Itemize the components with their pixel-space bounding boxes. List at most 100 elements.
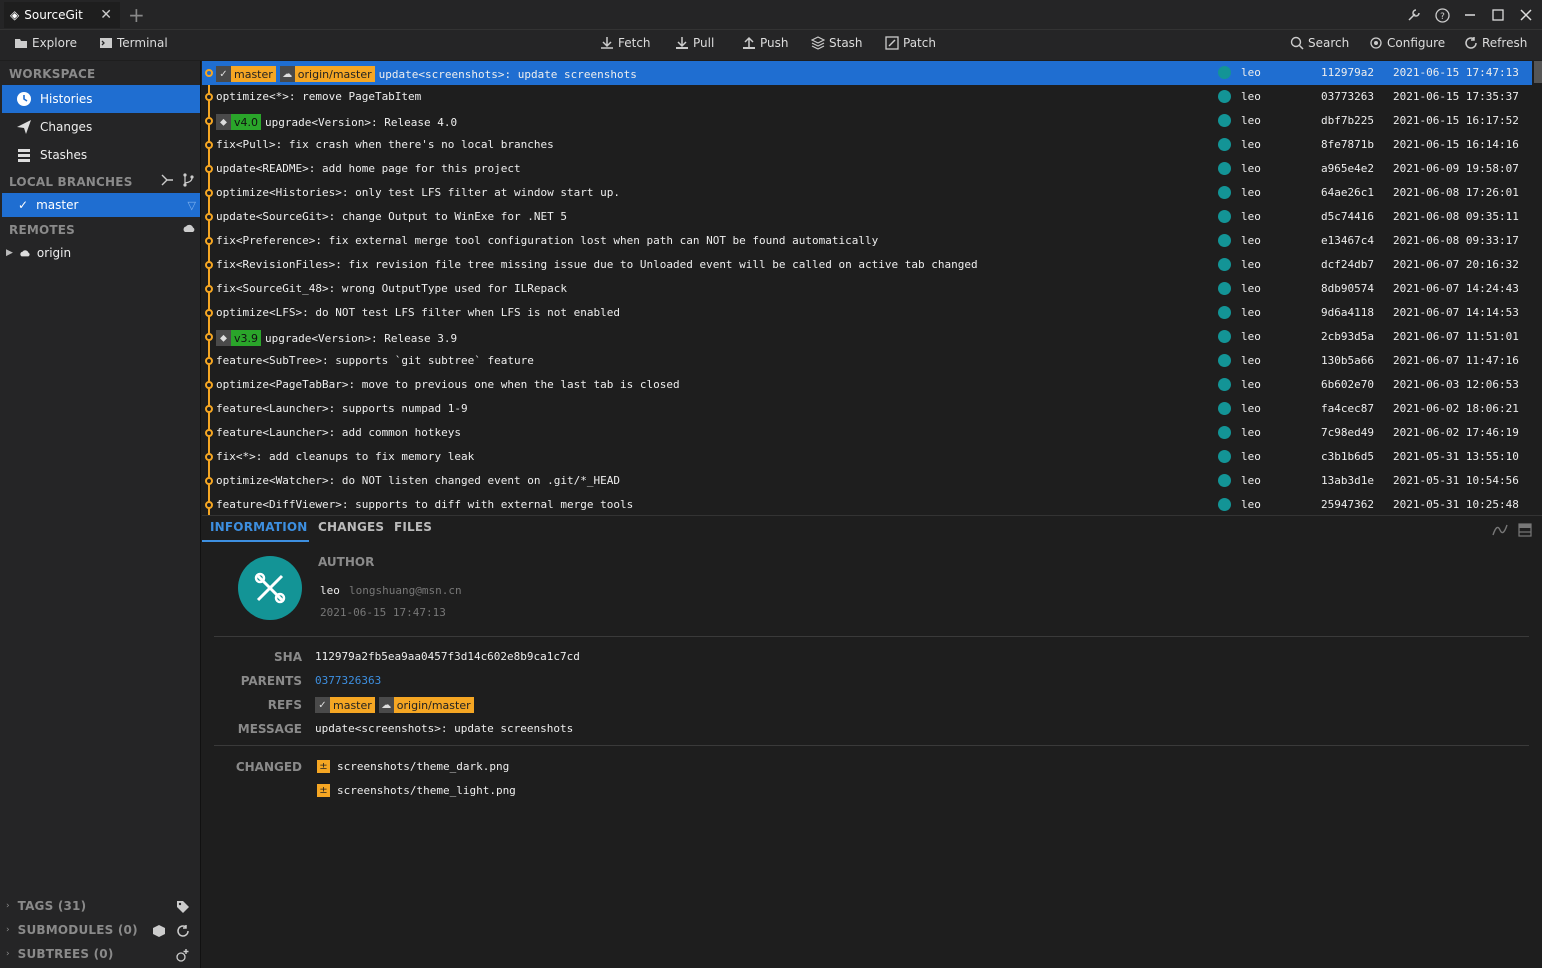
commit-message: feature<Launcher>: add common hotkeys [216,426,462,439]
commit-row[interactable]: update<SourceGit>: change Output to WinE… [202,205,1532,229]
commit-row[interactable]: optimize<Watcher>: do NOT listen changed… [202,469,1532,493]
stash-button[interactable]: Stash [811,36,863,50]
sha-value[interactable]: 112979a2fb5ea9aa0457f3d14c602e8b9ca1c7cd [315,650,580,663]
new-tab-button[interactable]: + [128,3,145,27]
minimize-icon[interactable] [1456,4,1484,26]
scrollbar[interactable] [1534,61,1542,83]
commit-message: optimize<*>: remove PageTabItem [216,90,422,103]
commit-sha: 112979a2 [1321,66,1374,79]
commit-list[interactable]: ✓ master ☁ origin/master update<screenshots>… [202,61,1542,515]
commit-row[interactable]: fix<SourceGit_48>: wrong OutputType used… [202,277,1532,301]
refresh-button[interactable]: Refresh [1464,36,1527,50]
remote-item-origin[interactable]: ▶ origin [6,243,71,263]
repo-tab[interactable]: ◈ SourceGit ✕ [4,2,120,28]
commit-time: 2021-06-08 09:35:11 [1393,210,1519,223]
commit-row[interactable]: feature<DiffViewer>: supports to diff wi… [202,493,1532,515]
tools-icon[interactable] [1400,4,1428,26]
commit-message: fix<Pull>: fix crash when there's no loc… [216,138,554,151]
commit-row[interactable]: ⬥ v3.9 upgrade<Version>: Release 3.9 leo 2… [202,325,1532,349]
author-avatar [238,556,302,620]
commit-message-cell: fix<RevisionFiles>: fix revision file tr… [216,258,978,271]
pull-button[interactable]: Pull [675,36,714,50]
changed-file[interactable]: screenshots/theme_light.png [337,784,516,797]
sidebar-item-label: Changes [40,120,93,134]
commit-row[interactable]: feature<Launcher>: supports numpad 1-9 l… [202,397,1532,421]
sidebar-item-stashes[interactable]: Stashes [2,141,200,169]
commit-row[interactable]: optimize<Histories>: only test LFS filte… [202,181,1532,205]
commit-row[interactable]: optimize<LFS>: do NOT test LFS filter wh… [202,301,1532,325]
refs-badges: ✓ master ☁ origin/master [315,697,474,713]
fetch-button[interactable]: Fetch [600,36,651,50]
tab-changes[interactable]: CHANGES [318,520,384,534]
add-remote-icon[interactable] [182,222,196,236]
terminal-button[interactable]: Terminal [99,36,168,50]
commit-row[interactable]: update<README>: add home page for this p… [202,157,1532,181]
commit-dot [205,333,213,341]
ref-badge-local: ✓ master [216,66,276,82]
close-window-icon[interactable] [1512,4,1540,26]
commit-message: update<screenshots>: update screenshots [378,67,637,81]
new-branch-icon[interactable] [182,173,196,187]
commit-sha: 7c98ed49 [1321,426,1374,439]
commit-time: 2021-05-31 13:55:10 [1393,450,1519,463]
filter-icon[interactable]: ▽ [188,199,196,212]
close-tab-icon[interactable]: ✕ [100,7,112,23]
sidebar-item-changes[interactable]: Changes [2,113,200,141]
commit-row[interactable]: optimize<PageTabBar>: move to previous o… [202,373,1532,397]
subtrees-section[interactable]: › SUBTREES (0) [6,947,114,961]
changed-file[interactable]: screenshots/theme_dark.png [337,760,509,773]
commit-time: 2021-06-15 17:35:37 [1393,90,1519,103]
check-icon: ✓ [216,66,231,82]
parent-link[interactable]: 0377326363 [315,674,381,687]
sidebar: WORKSPACE Histories Changes Stashes LOCA… [0,61,201,968]
layout-toggle-icon[interactable] [1518,523,1532,537]
search-button[interactable]: Search [1290,36,1349,50]
commit-row[interactable]: fix<RevisionFiles>: fix revision file tr… [202,253,1532,277]
help-icon[interactable]: ? [1428,4,1456,26]
commit-sha: 8fe7871b [1321,138,1374,151]
graph-mode-icon[interactable] [1492,523,1508,537]
commit-row[interactable]: fix<Preference>: fix external merge tool… [202,229,1532,253]
add-submodule-icon[interactable] [152,924,166,938]
update-submodule-icon[interactable] [176,924,190,938]
title-bar: ◈ SourceGit ✕ + ? [0,0,1542,30]
commit-time: 2021-06-09 19:58:07 [1393,162,1519,175]
maximize-icon[interactable] [1484,4,1512,26]
push-button[interactable]: Push [742,36,789,50]
commit-row[interactable]: feature<SubTree>: supports `git subtree`… [202,349,1532,373]
tags-section[interactable]: › TAGS (31) [6,899,86,913]
git-flow-icon[interactable] [160,173,174,187]
send-icon [17,120,31,134]
tab-files[interactable]: FILES [394,520,432,534]
local-branches-title: LOCAL BRANCHES [9,175,133,189]
commit-row[interactable]: ⬥ v4.0 upgrade<Version>: Release 4.0 leo d… [202,109,1532,133]
commit-row[interactable]: ✓ master ☁ origin/master update<screenshots>… [202,61,1532,85]
commit-time: 2021-06-07 14:14:53 [1393,306,1519,319]
tags-title: TAGS (31) [17,899,87,913]
submodules-section[interactable]: › SUBMODULES (0) [6,923,138,937]
patch-button[interactable]: Patch [885,36,936,50]
commit-time: 2021-06-08 17:26:01 [1393,186,1519,199]
submodules-title: SUBMODULES (0) [17,923,138,937]
chevron-right-icon[interactable]: ▶ [6,248,13,258]
commit-row[interactable]: feature<Launcher>: add common hotkeys le… [202,421,1532,445]
tab-information[interactable]: INFORMATION [210,520,308,534]
commit-dot [205,453,213,461]
add-subtree-icon[interactable] [176,948,190,962]
sidebar-item-histories[interactable]: Histories [2,85,200,113]
configure-button[interactable]: Configure [1369,36,1445,50]
commit-sha: fa4cec87 [1321,402,1374,415]
new-tag-icon[interactable] [176,900,190,914]
branch-item-master[interactable]: ✓ master ▽ [2,193,200,217]
commit-sha: 130b5a66 [1321,354,1374,367]
commit-message-cell: optimize<Histories>: only test LFS filte… [216,186,620,199]
commit-author: leo [1241,498,1261,511]
author-avatar-icon [1218,330,1231,343]
explore-button[interactable]: Explore [14,36,77,50]
commit-author: leo [1241,114,1261,127]
commit-message: upgrade<Version>: Release 3.9 [265,331,458,345]
commit-row[interactable]: fix<Pull>: fix crash when there's no loc… [202,133,1532,157]
commit-detail-panel: INFORMATION CHANGES FILES AUTHOR leo lon… [202,515,1542,968]
commit-row[interactable]: fix<*>: add cleanups to fix memory leak … [202,445,1532,469]
commit-row[interactable]: optimize<*>: remove PageTabItem leo 0377… [202,85,1532,109]
